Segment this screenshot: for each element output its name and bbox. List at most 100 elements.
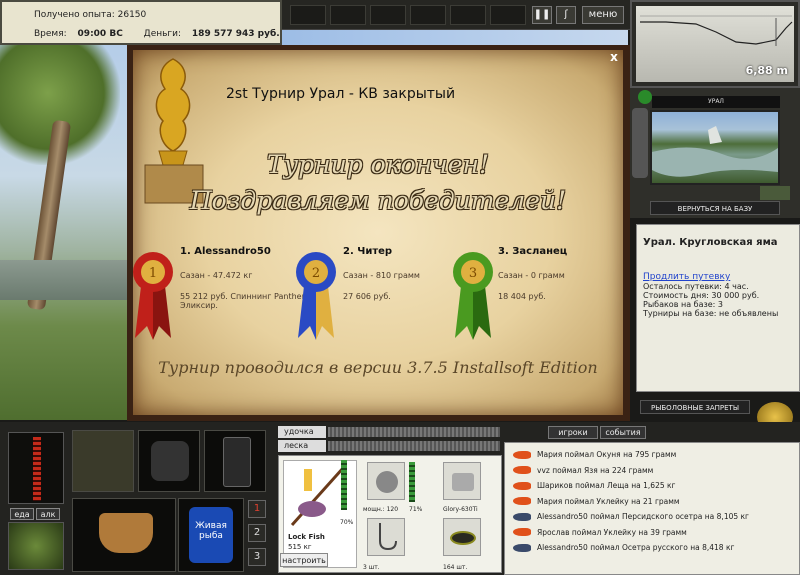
pause-icon[interactable]: ❚❚ — [532, 6, 552, 24]
backpack-slot[interactable] — [138, 430, 200, 492]
bait-count: 164 шт. — [443, 564, 468, 571]
xp-value: 26150 — [117, 10, 147, 20]
log-message: Alessandro50 поймал Осетра русского на 8… — [537, 543, 735, 553]
place-number: 2 — [312, 266, 320, 281]
location-preview: УРАЛ ВЕРНУТЬСЯ НА БАЗУ — [630, 88, 800, 218]
toolbar-slot[interactable] — [330, 5, 366, 25]
line-name: Glory-630Ti — [443, 506, 478, 513]
eat-button[interactable]: еда — [10, 508, 34, 520]
fish-weight: 515 кг — [288, 543, 312, 551]
winner-name: 3. Засланец — [498, 246, 568, 257]
toolbar-slot[interactable] — [490, 5, 526, 25]
line-spool-icon — [452, 473, 474, 491]
depth-readout: 6,88 m — [745, 64, 788, 77]
lamp-post — [632, 108, 648, 178]
phone-icon — [223, 437, 251, 487]
line-tension-meter — [328, 441, 500, 451]
extend-ticket-link[interactable]: Продлить путевку — [643, 272, 793, 282]
backpack-icon — [151, 441, 189, 481]
rod-label: удочка — [278, 426, 326, 438]
winner-prize: 18 404 руб. — [498, 292, 546, 301]
toolbar-slot[interactable] — [290, 5, 326, 25]
location-image — [650, 110, 780, 185]
return-to-base-button[interactable]: ВЕРНУТЬСЯ НА БАЗУ — [650, 201, 780, 215]
hooks-count: 3 шт. — [363, 564, 380, 571]
top-toolbar: ❚❚ ʃ меню — [282, 0, 630, 30]
winner-catch: Сазан - 0 грамм — [498, 271, 565, 280]
place-number: 1 — [149, 266, 157, 281]
chat-tabs: игроки события — [504, 426, 800, 440]
ticket-remaining: Осталось путевки: 4 час. — [643, 282, 749, 291]
fish-icon — [513, 466, 531, 475]
gauge-bar — [33, 437, 41, 501]
river-landscape — [652, 126, 778, 177]
log-message: vvz поймал Язя на 224 грамм — [537, 465, 654, 475]
fish-icon — [513, 512, 531, 521]
hook-icon[interactable]: ʃ — [556, 6, 576, 24]
alcohol-button[interactable]: алк — [36, 508, 60, 520]
vehicle-icon — [760, 186, 790, 200]
line-slot[interactable] — [443, 462, 481, 500]
toolbar-slot[interactable] — [410, 5, 446, 25]
fishing-bans-button[interactable]: РЫБОЛОВНЫЕ ЗАПРЕТЫ — [640, 400, 750, 414]
live-bait-slot[interactable]: Живая рыба — [178, 498, 244, 572]
xp-label: Получено опыта: — [34, 10, 115, 20]
rod-wear-bar — [341, 460, 347, 510]
hook-slot[interactable] — [367, 518, 405, 556]
line-label: леска — [278, 440, 326, 452]
reel-slot[interactable] — [367, 462, 405, 500]
bait-slot[interactable] — [443, 518, 481, 556]
menu-button[interactable]: меню — [582, 6, 624, 24]
slot-number-1[interactable]: 1 — [248, 500, 266, 518]
reel-power: мощн.: 120 — [363, 506, 399, 513]
fish-icon — [513, 450, 531, 459]
place-number: 3 — [469, 266, 477, 281]
fish-name: Lock Fish — [288, 533, 325, 541]
slot-number-2[interactable]: 2 — [248, 524, 266, 542]
basket-slot[interactable] — [72, 498, 176, 572]
location-info-panel: Урал. Кругловская яма Продлить путевку О… — [636, 224, 800, 392]
green-light-icon — [638, 90, 652, 104]
tournament-title: 2st Турнир Урал - КВ закрытый — [226, 86, 456, 102]
setup-button[interactable]: настроить — [280, 553, 328, 567]
picnic-basket-icon — [99, 513, 153, 553]
toolbar-slot[interactable] — [450, 5, 486, 25]
live-fish-bucket: Живая рыба — [189, 507, 233, 563]
congratulations-heading: Поздравляем победителей! — [189, 186, 567, 215]
reel-percent: 71% — [409, 506, 423, 513]
log-message: Мария поймал Окуня на 795 грамм — [537, 450, 677, 460]
list-item: Шариков поймал Леща на 1,625 кг — [513, 478, 791, 494]
tab-events[interactable]: события — [600, 426, 646, 439]
fatigue-gauge — [8, 432, 64, 504]
money-label: Деньги: — [143, 29, 182, 39]
log-message: Шариков поймал Леща на 1,625 кг — [537, 481, 676, 491]
log-message: Ярослав поймал Уклейку на 39 грамм — [537, 527, 687, 537]
toolbar-slot[interactable] — [370, 5, 406, 25]
winner-3: 3. Засланец Сазан - 0 грамм 18 404 руб. — [498, 246, 638, 313]
water — [0, 260, 130, 300]
second-place-rosette-icon: 2 — [296, 252, 336, 340]
rod-percent: 70% — [340, 519, 354, 526]
fish-icon — [513, 497, 531, 506]
location-name: Урал. Кругловская яма — [643, 237, 778, 248]
list-item: Мария поймал Уклейку на 21 грамм — [513, 494, 791, 510]
tab-players[interactable]: игроки — [548, 426, 598, 439]
fish-icon — [513, 528, 531, 537]
minimap[interactable]: 6,88 m — [630, 0, 800, 88]
tournament-finished-heading: Турнир окончен! — [266, 150, 490, 179]
first-place-rosette-icon: 1 — [133, 252, 173, 340]
close-button[interactable]: x — [607, 50, 621, 64]
list-item: Ярослав поймал Уклейку на 39 грамм — [513, 525, 791, 541]
phone-slot[interactable] — [204, 430, 266, 492]
reel-wear-bar — [409, 462, 415, 502]
list-item: Мария поймал Окуня на 795 грамм — [513, 447, 791, 463]
time-label: Время: — [34, 29, 67, 39]
slot-number-3[interactable]: 3 — [248, 548, 266, 566]
photo-slot[interactable] — [72, 430, 134, 492]
list-item: Alessandro50 поймал Осетра русского на 8… — [513, 540, 791, 556]
list-item: Alessandro50 поймал Персидского осетра н… — [513, 509, 791, 525]
tournaments-info: Турниры на базе: не объявлены — [643, 309, 779, 318]
fish-icon — [513, 543, 531, 552]
food-bag-icon[interactable] — [8, 522, 64, 570]
third-place-rosette-icon: 3 — [453, 252, 493, 340]
